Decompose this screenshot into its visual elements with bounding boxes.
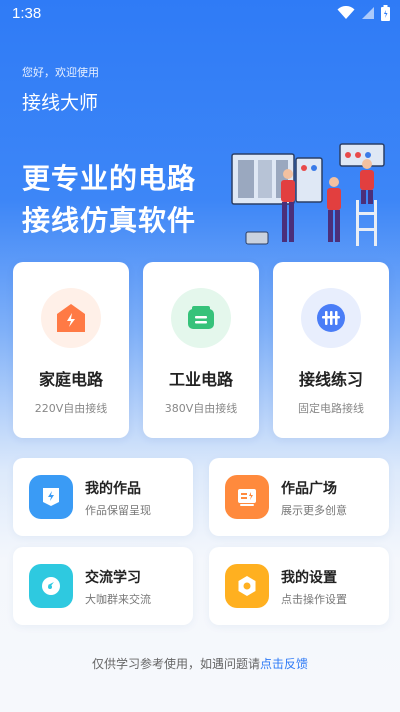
app-title: 接线大师 <box>22 92 99 114</box>
card-home-circuit-title: 家庭电路 <box>38 370 103 389</box>
tile-community-title: 交流学习 <box>85 570 141 586</box>
status-bar: 1:38 <box>0 0 400 28</box>
tile-my-works-title: 我的作品 <box>85 481 141 497</box>
home-circuit-icon <box>57 304 85 332</box>
tile-my-settings-icon-wrap <box>225 564 269 608</box>
community-icon <box>42 577 60 595</box>
tile-works-plaza[interactable]: 作品广场 展示更多创意 <box>209 458 389 536</box>
tile-community-icon-wrap <box>29 564 73 608</box>
card-industrial-circuit-icon-wrap <box>171 288 231 348</box>
card-industrial-circuit[interactable]: 工业电路 380V自由接线 <box>143 262 259 438</box>
my-works-icon <box>43 488 59 506</box>
status-time: 1:38 <box>12 5 42 22</box>
hero-title-line1: 更专业的电路 <box>22 162 197 195</box>
card-wiring-practice-subtitle: 固定电路接线 <box>298 402 364 415</box>
settings-icon <box>238 576 256 596</box>
tile-works-plaza-title: 作品广场 <box>281 481 337 497</box>
feedback-link[interactable]: 点击反馈 <box>260 657 308 671</box>
card-home-circuit-icon-wrap <box>41 288 101 348</box>
tile-community-subtitle: 大咖群来交流 <box>85 593 151 606</box>
hero-illustration <box>231 143 385 246</box>
card-industrial-circuit-subtitle: 380V自由接线 <box>164 402 238 415</box>
greeting-text: 您好，欢迎使用 <box>22 66 99 79</box>
footer-text: 仅供学习参考使用，如遇问题请 <box>91 657 260 671</box>
tile-community[interactable]: 交流学习 大咖群来交流 <box>13 547 193 625</box>
wiring-practice-icon <box>317 304 345 332</box>
status-icons <box>337 5 390 21</box>
card-home-circuit-subtitle: 220V自由接线 <box>34 402 108 415</box>
card-wiring-practice[interactable]: 接线练习 固定电路接线 <box>273 262 389 438</box>
tile-my-works[interactable]: 我的作品 作品保留呈现 <box>13 458 193 536</box>
card-wiring-practice-icon-wrap <box>301 288 361 348</box>
industrial-circuit-icon <box>188 306 214 329</box>
battery-icon <box>381 5 390 21</box>
signal-icon <box>362 7 374 19</box>
tile-my-settings-subtitle: 点击操作设置 <box>281 593 347 606</box>
hero-title-line2: 接线仿真软件 <box>22 204 197 237</box>
tile-my-settings[interactable]: 我的设置 点击操作设置 <box>209 547 389 625</box>
tile-my-settings-title: 我的设置 <box>281 570 337 586</box>
tile-works-plaza-subtitle: 展示更多创意 <box>281 504 347 517</box>
card-wiring-practice-title: 接线练习 <box>298 370 363 389</box>
tile-works-plaza-icon-wrap <box>225 475 269 519</box>
tile-my-works-subtitle: 作品保留呈现 <box>85 504 151 517</box>
card-industrial-circuit-title: 工业电路 <box>168 370 233 389</box>
card-home-circuit[interactable]: 家庭电路 220V自由接线 <box>13 262 129 438</box>
footer: 仅供学习参考使用，如遇问题请点击反馈 <box>0 655 400 672</box>
wifi-icon <box>337 6 355 19</box>
tile-my-works-icon-wrap <box>29 475 73 519</box>
works-plaza-icon <box>238 489 256 506</box>
